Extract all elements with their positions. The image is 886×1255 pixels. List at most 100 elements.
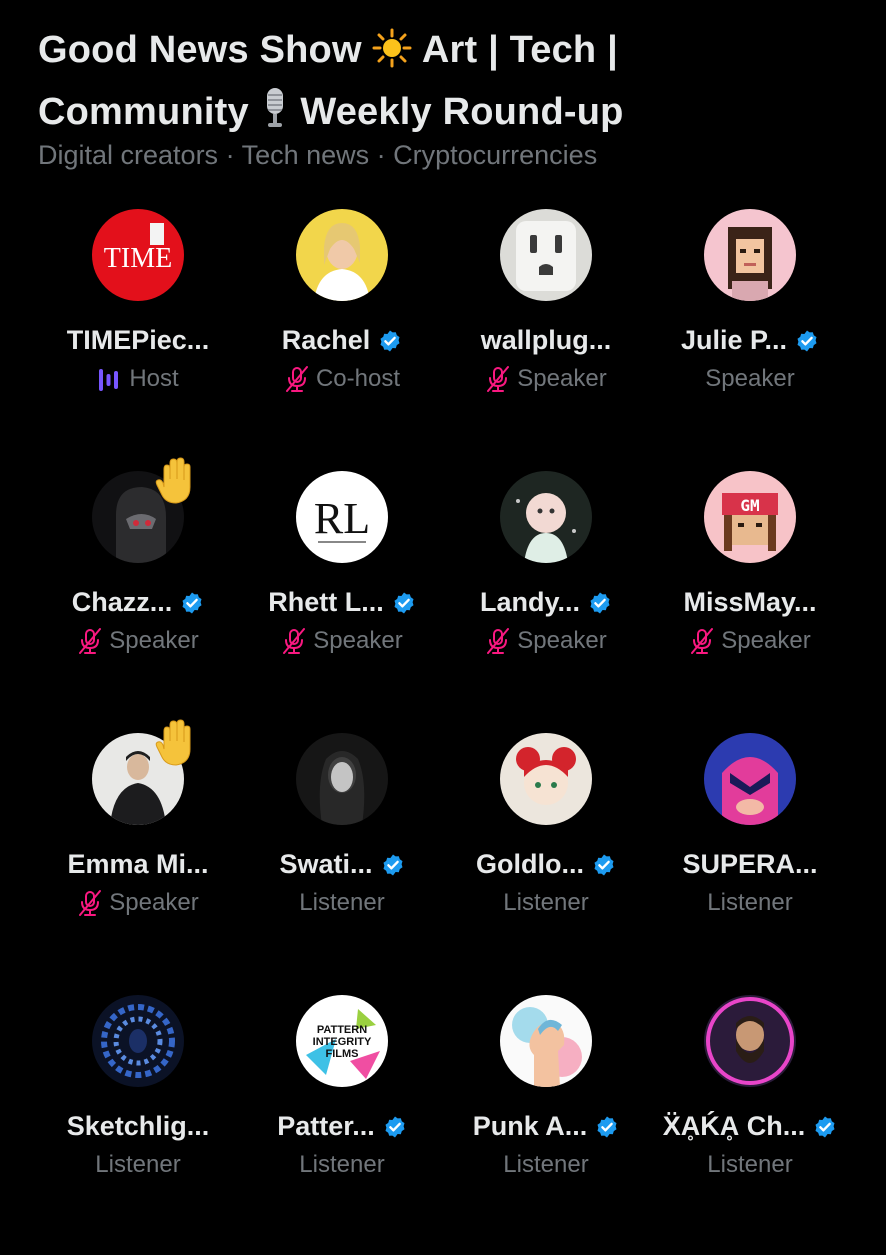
participant-card[interactable]: Swati... Listener — [240, 731, 444, 993]
participant-card[interactable]: RL Rhett L... Speaker — [240, 469, 444, 731]
avatar[interactable] — [296, 209, 388, 301]
participant-name-row: Landy... — [444, 587, 648, 618]
participant-role: Listener — [503, 889, 589, 916]
avatar[interactable]: RL — [296, 471, 388, 563]
space-topics: Digital creators · Tech news · Cryptocur… — [38, 140, 598, 170]
participant-card[interactable]: Julie P... Speaker — [648, 207, 852, 469]
participant-role-row: Speaker — [36, 889, 240, 917]
participant-role: Speaker — [109, 889, 199, 916]
participant-card[interactable]: Chazz... Speaker — [36, 457, 240, 731]
participant-card[interactable]: TIME TIMEPiec... Host — [36, 207, 240, 469]
participant-card[interactable]: Emma Mi... Speaker — [36, 719, 240, 993]
participant-card[interactable]: Goldlo... Listener — [444, 731, 648, 993]
participant-role-row: Speaker — [444, 365, 648, 393]
participant-card[interactable]: Rachel Co-host — [240, 207, 444, 469]
avatar[interactable]: PATTERN INTEGRITY FILMS — [296, 995, 388, 1087]
participant-role: Co-host — [315, 365, 401, 392]
avatar[interactable] — [296, 733, 388, 825]
microphone-icon — [260, 86, 290, 146]
avatar[interactable] — [92, 995, 184, 1087]
verified-badge-icon — [385, 1116, 405, 1137]
avatar[interactable]: TIME — [92, 209, 184, 301]
participant-name: Patter... — [277, 1111, 375, 1141]
participant-role-row: Host — [36, 365, 240, 393]
participant-name-row: MissMay... — [648, 587, 852, 618]
participant-card[interactable]: Landy... Speaker — [444, 469, 648, 731]
verified-badge-icon — [182, 592, 202, 613]
participant-name-row: SUPERA... — [648, 849, 852, 880]
participant-role-row: Listener — [36, 1151, 240, 1179]
participant-name: Julie P... — [680, 325, 788, 355]
participant-name: Rachel — [281, 325, 371, 355]
participant-name: Goldlo... — [476, 849, 584, 879]
svg-text:PATTERN: PATTERN — [317, 1024, 367, 1036]
participant-name-row: Sketchlig... — [36, 1111, 240, 1142]
participant-role: Speaker — [517, 365, 607, 392]
participant-name: MissMay... — [683, 587, 817, 617]
verified-badge-icon — [394, 592, 414, 613]
participant-role: Listener — [95, 1151, 181, 1178]
participant-role-row: Listener — [240, 889, 444, 917]
participant-name: ẌḀḰḀ Ch... — [662, 1111, 806, 1141]
participant-role: Speaker — [313, 627, 403, 654]
participant-name: TIMEPiec... — [66, 325, 210, 355]
verified-badge-icon — [797, 330, 817, 351]
raised-hand-icon — [155, 457, 191, 504]
participant-name-row: Punk A... — [444, 1111, 648, 1142]
participant-name-row: TIMEPiec... — [36, 325, 240, 356]
avatar[interactable] — [500, 733, 592, 825]
muted-mic-icon — [285, 366, 308, 392]
title-text-3: Community — [38, 91, 249, 133]
muted-mic-icon — [487, 366, 510, 392]
participant-name-row: Emma Mi... — [36, 849, 240, 880]
participant-name-row: wallplug... — [444, 325, 648, 356]
avatar[interactable] — [500, 209, 592, 301]
verified-badge-icon — [380, 330, 400, 351]
participant-name: Swati... — [279, 849, 373, 879]
muted-mic-icon — [487, 628, 510, 654]
participant-role-row: Listener — [240, 1151, 444, 1179]
muted-mic-icon — [79, 890, 102, 916]
participant-card[interactable]: Sketchlig... Listener — [36, 993, 240, 1255]
participant-card[interactable]: ẌḀḰḀ Ch... Listener — [648, 993, 852, 1255]
participant-name-row: Julie P... — [648, 325, 852, 356]
title-text-2: Art | Tech | — [421, 29, 618, 71]
participant-name: Punk A... — [472, 1111, 588, 1141]
participant-name-row: Swati... — [240, 849, 444, 880]
participant-name: Chazz... — [71, 587, 173, 617]
verified-badge-icon — [815, 1116, 835, 1137]
participant-card[interactable]: PATTERN INTEGRITY FILMS Patter... Listener — [240, 993, 444, 1255]
participant-name: SUPERA... — [682, 849, 818, 879]
avatar[interactable]: GM — [704, 471, 796, 563]
participant-name: Rhett L... — [268, 587, 384, 617]
muted-mic-icon — [691, 628, 714, 654]
participant-role-row: Speaker — [648, 365, 852, 393]
participant-role: Listener — [503, 1151, 589, 1178]
participant-card[interactable]: GM MissMay... Speaker — [648, 469, 852, 731]
participant-role-row: Speaker — [240, 627, 444, 655]
avatar[interactable] — [704, 209, 796, 301]
participant-card[interactable]: SUPERA... Listener — [648, 731, 852, 993]
participant-role-row: Speaker — [444, 627, 648, 655]
participant-role: Speaker — [517, 627, 607, 654]
space-title: Good News Show Art | Tech | Community We… — [38, 22, 858, 146]
avatar[interactable] — [704, 733, 796, 825]
avatar[interactable] — [704, 995, 796, 1087]
participant-name: Emma Mi... — [67, 849, 209, 879]
avatar[interactable] — [500, 471, 592, 563]
title-text-1: Good News Show — [38, 29, 362, 71]
participant-card[interactable]: wallplug... Speaker — [444, 207, 648, 469]
participant-name-row: ẌḀḰḀ Ch... — [648, 1111, 852, 1142]
participant-name-row: Goldlo... — [444, 849, 648, 880]
svg-text:INTEGRITY: INTEGRITY — [313, 1036, 372, 1048]
participant-name: Landy... — [479, 587, 580, 617]
participant-name: Sketchlig... — [66, 1111, 210, 1141]
participant-role-row: Listener — [444, 889, 648, 917]
muted-mic-icon — [283, 628, 306, 654]
muted-mic-icon — [79, 628, 102, 654]
participant-name-row: Patter... — [240, 1111, 444, 1142]
avatar[interactable] — [500, 995, 592, 1087]
participant-card[interactable]: Punk A... Listener — [444, 993, 648, 1255]
participant-role: Speaker — [705, 365, 795, 392]
participant-name: wallplug... — [480, 325, 612, 355]
